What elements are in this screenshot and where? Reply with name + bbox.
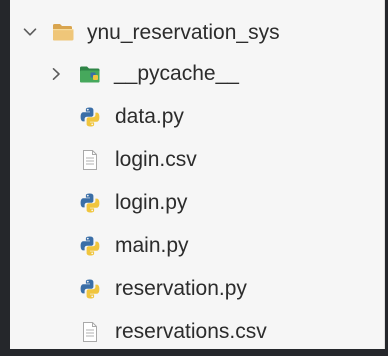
tree-file-login-py[interactable]: login.py	[10, 181, 384, 224]
tree-file-label: reservations.csv	[115, 320, 267, 343]
folder-open-icon	[51, 20, 75, 44]
tree-file-label: main.py	[115, 234, 189, 257]
chevron-down-icon[interactable]	[23, 25, 37, 39]
tree-folder-pycache[interactable]: __pycache__	[10, 52, 384, 95]
tree-file-main-py[interactable]: main.py	[10, 224, 384, 267]
tree-file-data-py[interactable]: data.py	[10, 95, 384, 138]
file-tree: ynu_reservation_sys __pycache__ data.py …	[10, 12, 384, 353]
text-file-icon	[78, 148, 102, 172]
python-icon	[78, 191, 102, 215]
tree-root-label: ynu_reservation_sys	[87, 20, 280, 44]
tree-root-ynu-reservation-sys[interactable]: ynu_reservation_sys	[10, 12, 384, 52]
tree-file-reservations-csv[interactable]: reservations.csv	[10, 310, 384, 353]
tree-file-label: login.py	[115, 191, 188, 214]
python-icon	[78, 105, 102, 129]
folder-icon	[78, 62, 102, 86]
tree-file-label: data.py	[115, 105, 184, 128]
python-icon	[78, 277, 102, 301]
tree-folder-label: __pycache__	[114, 62, 239, 85]
explorer-panel: ynu_reservation_sys __pycache__ data.py …	[10, 0, 385, 349]
text-file-icon	[78, 320, 102, 344]
tree-file-label: reservation.py	[115, 277, 247, 300]
tree-file-reservation-py[interactable]: reservation.py	[10, 267, 384, 310]
python-icon	[78, 234, 102, 258]
chevron-right-icon[interactable]	[49, 67, 63, 81]
tree-file-login-csv[interactable]: login.csv	[10, 138, 384, 181]
tree-file-label: login.csv	[115, 148, 197, 171]
